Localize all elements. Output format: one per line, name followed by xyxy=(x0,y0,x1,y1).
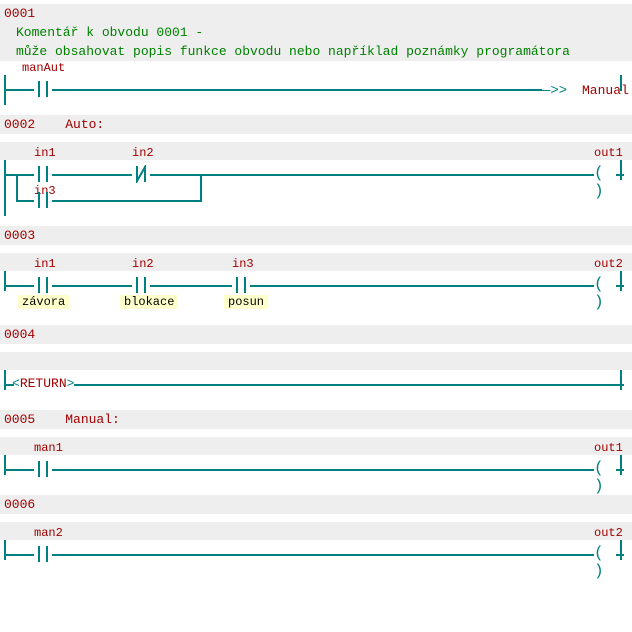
return-label: RETURN xyxy=(20,376,67,391)
contact-label: in1 xyxy=(34,257,56,271)
nc-contact-icon xyxy=(132,166,150,182)
contact-label: in3 xyxy=(232,257,254,271)
rung-comment-2: může obsahovat popis funkce obvodu nebo … xyxy=(0,42,632,61)
contact-desc: blokace xyxy=(120,295,178,309)
rung-number: 0005Manual: xyxy=(0,410,632,429)
rung-2: 0002Auto: in1 in2 out1 ( ) in3 xyxy=(0,115,632,216)
ladder-rail: —>> Manual xyxy=(4,75,628,105)
contact-label: manAut xyxy=(22,61,632,75)
ladder-rail: <RETURN> xyxy=(4,370,628,400)
no-contact-icon xyxy=(34,546,52,562)
contact-label: in2 xyxy=(132,146,154,160)
no-contact-icon xyxy=(34,277,52,293)
coil-label: out1 xyxy=(594,441,623,455)
jump-label: Manual xyxy=(582,83,629,98)
coil-label: out2 xyxy=(594,526,623,540)
coil-label: out1 xyxy=(594,146,623,160)
no-contact-icon xyxy=(132,277,150,293)
coil-icon: ( ) xyxy=(594,459,612,479)
ladder-rail: in1 in2 out1 ( ) in3 xyxy=(4,160,628,216)
ladder-rail: man1 out1 ( ) xyxy=(4,455,628,485)
rung-4: 0004 <RETURN> xyxy=(0,325,632,400)
rung-comment-1: Komentář k obvodu 0001 - xyxy=(0,23,632,42)
ladder-rail: man2 out2 ( ) xyxy=(4,540,628,570)
coil-icon: ( ) xyxy=(594,164,612,184)
coil-icon: ( ) xyxy=(594,544,612,564)
contact-desc: posun xyxy=(224,295,268,309)
rung-label: Auto: xyxy=(65,117,104,132)
contact-label: in1 xyxy=(34,146,56,160)
no-contact-icon xyxy=(34,461,52,477)
coil-label: out2 xyxy=(594,257,623,271)
rung-number: 0006 xyxy=(0,495,632,514)
no-contact-icon xyxy=(34,192,52,208)
rung-number: 0004 xyxy=(0,325,632,344)
rung-5: 0005Manual: man1 out1 ( ) xyxy=(0,410,632,485)
rung-number: 0002Auto: xyxy=(0,115,632,134)
rung-1: 0001 Komentář k obvodu 0001 - může obsah… xyxy=(0,4,632,105)
ladder-rail: in1 in2 in3 out2 ( ) závora blokace posu… xyxy=(4,271,628,315)
rung-6: 0006 man2 out2 ( ) xyxy=(0,495,632,570)
contact-desc: závora xyxy=(18,295,69,309)
rung-label: Manual: xyxy=(65,412,120,427)
contact-label: man1 xyxy=(34,441,63,455)
contact-label: in2 xyxy=(132,257,154,271)
no-contact-icon xyxy=(232,277,250,293)
no-contact-icon xyxy=(34,81,52,97)
no-contact-icon xyxy=(34,166,52,182)
contact-label: man2 xyxy=(34,526,63,540)
rung-number: 0001 xyxy=(0,4,632,23)
jump-arrow-icon: —>> xyxy=(542,83,567,99)
rung-3: 0003 in1 in2 in3 out2 ( ) závora blokace… xyxy=(0,226,632,315)
coil-icon: ( ) xyxy=(594,275,612,295)
rung-number: 0003 xyxy=(0,226,632,245)
